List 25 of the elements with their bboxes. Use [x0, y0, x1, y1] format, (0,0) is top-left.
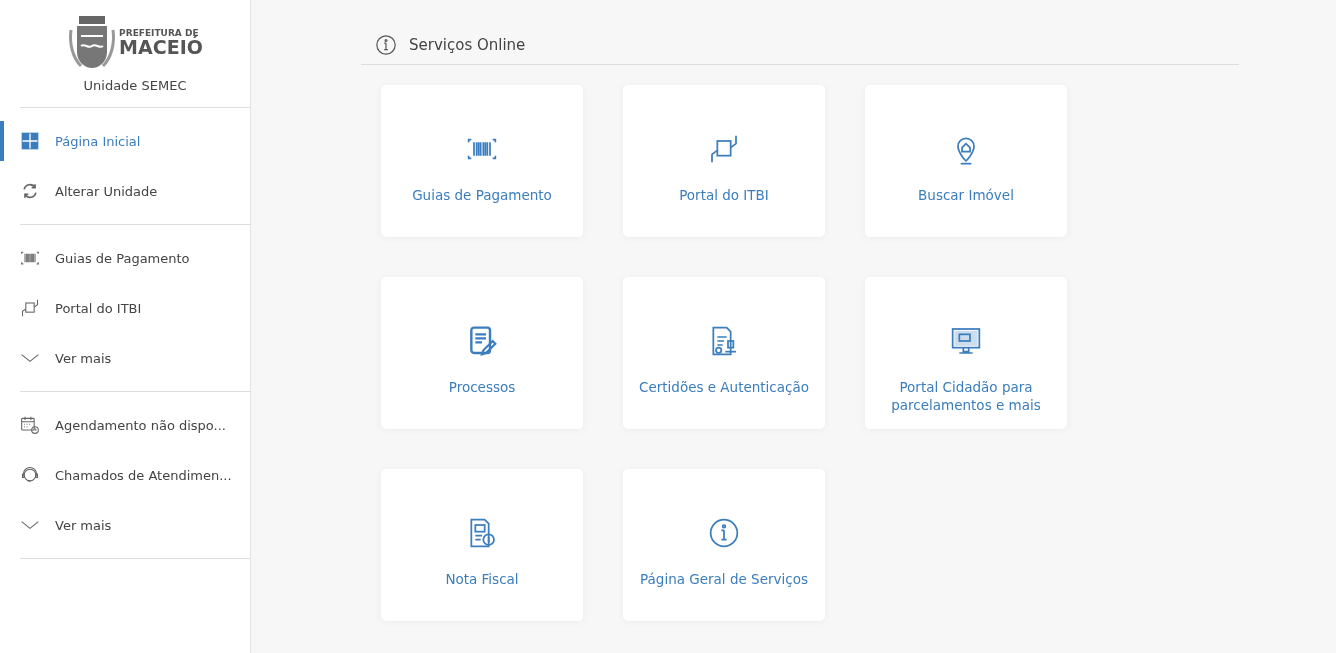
sidebar-item[interactable]: Alterar Unidade — [20, 166, 250, 216]
monitor-icon — [950, 325, 982, 357]
service-card[interactable]: Certidões e Autenticação — [623, 277, 825, 429]
sidebar-item[interactable]: Ver mais — [20, 333, 250, 383]
info-icon — [708, 517, 740, 549]
document-exchange-icon — [20, 298, 40, 318]
service-card[interactable]: Buscar Imóvel — [865, 85, 1067, 237]
logo-title: MACEIÓ — [119, 38, 203, 57]
service-card[interactable]: Nota Fiscal — [381, 469, 583, 621]
service-card[interactable]: Processos — [381, 277, 583, 429]
sidebar-item[interactable]: Agendamento não dispo... — [20, 400, 250, 450]
service-card[interactable]: Portal do ITBI — [623, 85, 825, 237]
sidebar-item[interactable]: Guias de Pagamento — [20, 233, 250, 283]
unit-name: Unidade SEMEC — [83, 78, 187, 93]
service-card[interactable]: Guias de Pagamento — [381, 85, 583, 237]
grid-icon — [20, 131, 40, 151]
info-icon — [375, 34, 397, 56]
sidebar-item[interactable]: Chamados de Atendimen... — [20, 450, 250, 500]
document-exchange-icon — [708, 133, 740, 165]
service-card[interactable]: Página Geral de Serviços — [623, 469, 825, 621]
calendar-clock-icon — [20, 415, 40, 435]
sidebar-item[interactable]: Portal do ITBI — [20, 283, 250, 333]
sidebar-item[interactable]: Ver mais — [20, 500, 250, 550]
section-title: Serviços Online — [409, 36, 526, 54]
service-card[interactable]: Portal Cidadão para parcelamentos e mais — [865, 277, 1067, 429]
